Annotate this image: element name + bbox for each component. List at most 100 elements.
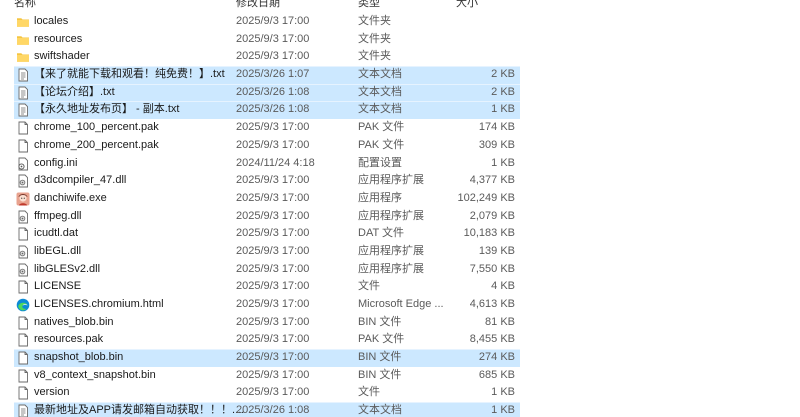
- file-row[interactable]: 最新地址及APP请发邮箱自动获取！！！.... 2025/3/26 1:08 文…: [14, 402, 520, 417]
- file-icon: [16, 227, 30, 241]
- file-date-modified: 2025/9/3 17:00: [236, 333, 310, 346]
- file-row[interactable]: ffmpeg.dll 2025/9/3 17:00 应用程序扩展 2,079 K…: [14, 208, 520, 226]
- file-date-modified: 2025/3/26 1:08: [236, 404, 310, 417]
- file-icon: [16, 139, 30, 153]
- file-name: d3dcompiler_47.dll: [34, 174, 127, 187]
- text-file-icon: [16, 86, 30, 100]
- file-row[interactable]: locales 2025/9/3 17:00 文件夹: [14, 13, 520, 31]
- file-name: resources: [34, 32, 83, 45]
- file-name: chrome_100_percent.pak: [34, 121, 159, 134]
- file-icon: [16, 280, 30, 294]
- file-name: v8_context_snapshot.bin: [34, 368, 156, 381]
- file-name: 【来了就能下载和观看！纯免费！】.txt: [34, 68, 225, 81]
- file-row[interactable]: LICENSE 2025/9/3 17:00 文件 4 KB: [14, 278, 520, 296]
- file-name: swiftshader: [34, 50, 90, 63]
- file-icon: [16, 121, 30, 135]
- file-type: 文件夹: [358, 15, 391, 27]
- file-name: ffmpeg.dll: [34, 209, 82, 222]
- file-row[interactable]: natives_blob.bin 2025/9/3 17:00 BIN 文件 8…: [14, 314, 520, 332]
- file-size: 309 KB: [478, 138, 515, 151]
- file-size: 4,377 KB: [469, 174, 515, 187]
- file-type: 文件夹: [358, 32, 391, 45]
- file-size: 4,613 KB: [469, 298, 515, 310]
- file-size: 139 KB: [478, 244, 515, 257]
- file-type: 文件夹: [358, 50, 391, 63]
- file-row[interactable]: v8_context_snapshot.bin 2025/9/3 17:00 B…: [14, 367, 520, 385]
- column-header-size[interactable]: 大小: [456, 0, 478, 10]
- file-row[interactable]: config.ini 2024/11/24 4:18 配置设置 1 KB: [14, 155, 520, 173]
- file-size: 174 KB: [478, 121, 515, 134]
- text-file-icon: [16, 68, 30, 82]
- folder-icon: [16, 33, 30, 47]
- edge-icon: [16, 298, 30, 312]
- file-row[interactable]: libGLESv2.dll 2025/9/3 17:00 应用程序扩展 7,55…: [14, 261, 520, 279]
- file-size: 2 KB: [491, 68, 515, 81]
- dll-icon: [16, 263, 30, 277]
- column-header-type[interactable]: 类型: [358, 0, 380, 10]
- file-date-modified: 2025/9/3 17:00: [236, 368, 310, 381]
- file-name: resources.pak: [34, 333, 104, 346]
- file-name: snapshot_blob.bin: [34, 351, 124, 364]
- file-row[interactable]: resources.pak 2025/9/3 17:00 PAK 文件 8,45…: [14, 331, 520, 349]
- file-size: 4 KB: [491, 280, 515, 293]
- dll-icon: [16, 210, 30, 224]
- file-explorer: 名称 修改日期 类型 大小 locales 2025/9/3 17:00 文件夹…: [0, 0, 800, 417]
- file-name: icudtl.dat: [34, 227, 79, 240]
- file-name: LICENSES.chromium.html: [34, 298, 164, 310]
- file-date-modified: 2025/9/3 17:00: [236, 174, 310, 187]
- file-name: libGLESv2.dll: [34, 262, 101, 275]
- file-row[interactable]: resources 2025/9/3 17:00 文件夹: [14, 31, 520, 49]
- file-row[interactable]: chrome_200_percent.pak 2025/9/3 17:00 PA…: [14, 137, 520, 155]
- text-file-icon: [16, 103, 30, 117]
- file-row[interactable]: version 2025/9/3 17:00 文件 1 KB: [14, 384, 520, 402]
- file-date-modified: 2025/9/3 17:00: [236, 227, 310, 240]
- column-header-row: 名称 修改日期 类型 大小: [0, 0, 520, 9]
- app-icon: [16, 192, 30, 206]
- file-size: 2,079 KB: [469, 209, 515, 222]
- file-icon: [16, 351, 30, 365]
- file-row[interactable]: LICENSES.chromium.html 2025/9/3 17:00 Mi…: [14, 296, 520, 314]
- file-row[interactable]: swiftshader 2025/9/3 17:00 文件夹: [14, 48, 520, 66]
- file-date-modified: 2025/9/3 17:00: [236, 298, 310, 310]
- file-size: 10,183 KB: [463, 227, 515, 240]
- file-row[interactable]: 【论坛介绍】.txt 2025/3/26 1:08 文本文档 2 KB: [14, 83, 520, 102]
- dll-icon: [16, 245, 30, 259]
- file-date-modified: 2025/9/3 17:00: [236, 50, 310, 63]
- file-size: 81 KB: [485, 315, 515, 328]
- file-icon: [16, 386, 30, 400]
- file-size: 274 KB: [478, 351, 515, 364]
- file-row[interactable]: icudtl.dat 2025/9/3 17:00 DAT 文件 10,183 …: [14, 225, 520, 243]
- file-row[interactable]: 【永久地址发布页】 - 副本.txt 2025/3/26 1:08 文本文档 1…: [14, 101, 520, 120]
- file-name: natives_blob.bin: [34, 315, 114, 328]
- file-size: 102,249 KB: [457, 191, 516, 204]
- file-row[interactable]: d3dcompiler_47.dll 2025/9/3 17:00 应用程序扩展…: [14, 172, 520, 190]
- folder-icon: [16, 50, 30, 64]
- file-row[interactable]: snapshot_blob.bin 2025/9/3 17:00 BIN 文件 …: [14, 349, 520, 367]
- file-date-modified: 2025/9/3 17:00: [236, 315, 310, 328]
- file-date-modified: 2025/9/3 17:00: [236, 138, 310, 151]
- file-row[interactable]: libEGL.dll 2025/9/3 17:00 应用程序扩展 139 KB: [14, 243, 520, 261]
- file-row[interactable]: 【来了就能下载和观看！纯免费！】.txt 2025/3/26 1:07 文本文档…: [14, 66, 520, 84]
- file-icon: [16, 333, 30, 347]
- file-row[interactable]: chrome_100_percent.pak 2025/9/3 17:00 PA…: [14, 119, 520, 137]
- file-size: 1 KB: [491, 156, 515, 169]
- file-size: 2 KB: [491, 85, 515, 98]
- file-date-modified: 2025/3/26 1:08: [236, 103, 310, 116]
- file-icon: [16, 316, 30, 330]
- text-file-icon: [16, 404, 30, 417]
- file-name: danchiwife.exe: [34, 191, 107, 204]
- file-size: 1 KB: [491, 103, 515, 116]
- column-header-date[interactable]: 修改日期: [236, 0, 280, 10]
- column-header-name[interactable]: 名称: [14, 0, 36, 10]
- file-icon: [16, 369, 30, 383]
- file-name: locales: [34, 15, 69, 27]
- file-date-modified: 2025/9/3 17:00: [236, 191, 310, 204]
- file-date-modified: 2025/9/3 17:00: [236, 15, 310, 27]
- file-name: 【论坛介绍】.txt: [34, 85, 115, 98]
- file-date-modified: 2025/3/26 1:08: [236, 85, 310, 98]
- file-date-modified: 2025/9/3 17:00: [236, 280, 310, 293]
- file-row[interactable]: danchiwife.exe 2025/9/3 17:00 应用程序 102,2…: [14, 190, 520, 208]
- file-size: 685 KB: [478, 368, 515, 381]
- file-date-modified: 2025/9/3 17:00: [236, 32, 310, 45]
- file-date-modified: 2025/9/3 17:00: [236, 262, 310, 275]
